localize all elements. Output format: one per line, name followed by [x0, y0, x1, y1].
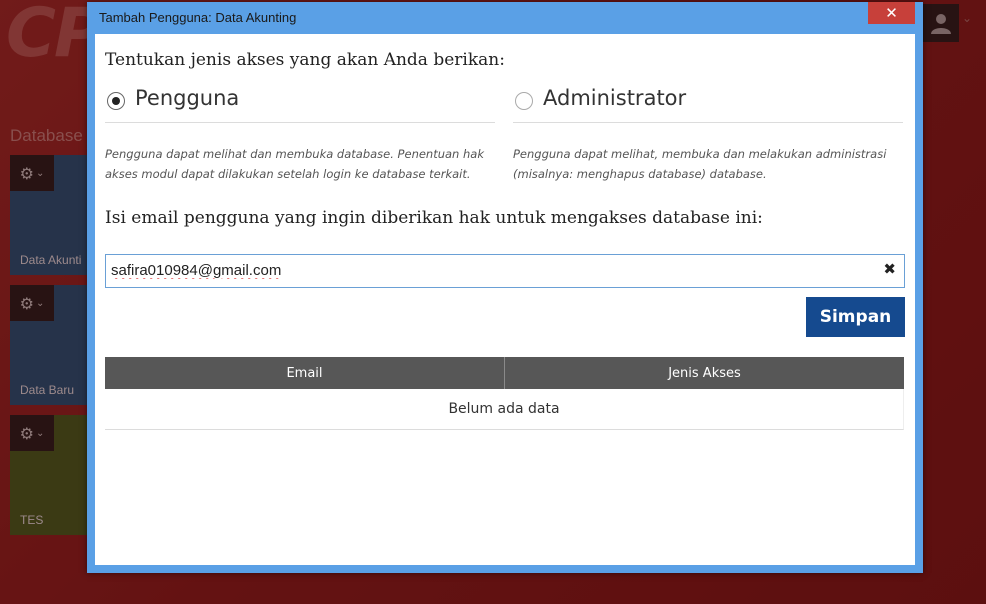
add-user-dialog: Tambah Pengguna: Data Akunting ✕ Tentuka…	[87, 2, 923, 573]
close-button[interactable]: ✕	[868, 2, 915, 24]
dialog-content: Tentukan jenis akses yang akan Anda beri…	[95, 34, 915, 565]
radio-checked-icon[interactable]	[107, 92, 125, 110]
column-header-access-type[interactable]: Jenis Akses	[504, 357, 904, 389]
dialog-titlebar[interactable]: Tambah Pengguna: Data Akunting ✕	[87, 2, 923, 34]
email-field[interactable]	[111, 259, 871, 281]
radio-label[interactable]: Administrator	[543, 86, 686, 110]
email-field-container: ✖	[105, 254, 905, 288]
table-header: Email Jenis Akses	[105, 357, 904, 389]
column-header-email[interactable]: Email	[105, 357, 504, 389]
dialog-title: Tambah Pengguna: Data Akunting	[99, 10, 297, 25]
save-button[interactable]: Simpan	[806, 297, 905, 337]
radio-label[interactable]: Pengguna	[135, 86, 239, 110]
empty-table-message: Belum ada data	[105, 389, 904, 430]
email-prompt: Isi email pengguna yang ingin diberikan …	[105, 208, 763, 228]
administrator-description: Pengguna dapat melihat, membuka dan mela…	[513, 147, 887, 181]
radio-administrator[interactable]: Administrator	[513, 86, 903, 123]
access-table: Email Jenis Akses Belum ada data	[105, 357, 904, 430]
pengguna-description: Pengguna dapat melihat dan membuka datab…	[105, 147, 485, 181]
access-type-prompt: Tentukan jenis akses yang akan Anda beri…	[105, 50, 505, 70]
radio-unchecked-icon[interactable]	[515, 92, 533, 110]
clear-icon[interactable]: ✖	[883, 260, 896, 278]
radio-pengguna[interactable]: Pengguna	[105, 86, 495, 123]
close-icon: ✕	[885, 4, 898, 22]
